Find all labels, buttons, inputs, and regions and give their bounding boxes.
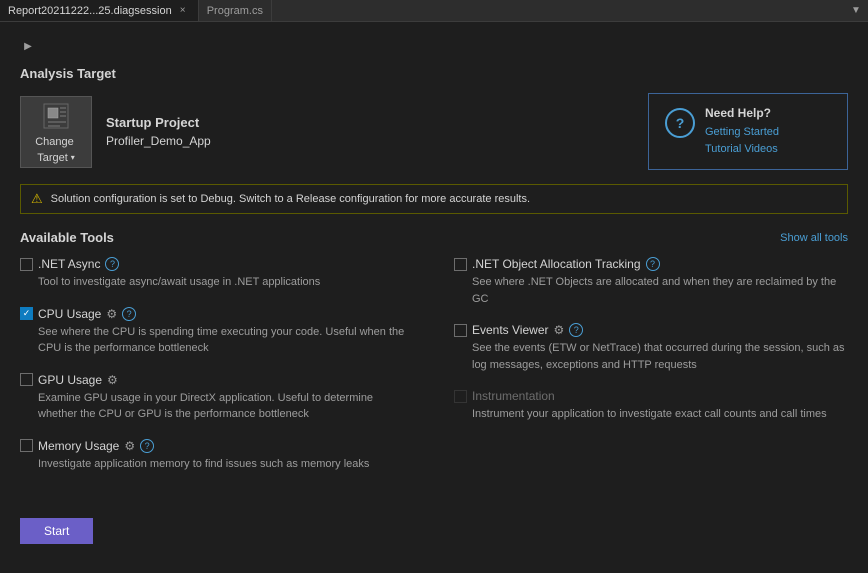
tool-memory-usage-settings-icon[interactable]: ⚙	[124, 439, 135, 453]
tool-cpu-usage-desc: See where the CPU is spending time execu…	[20, 324, 414, 357]
tool-gpu-usage-checkbox[interactable]	[20, 373, 33, 386]
analysis-target-row: Change Target ▾ Startup Project Profiler…	[20, 93, 848, 170]
tool-instrumentation-checkbox[interactable]	[454, 390, 467, 403]
tool-net-async-checkbox[interactable]	[20, 258, 33, 271]
tool-net-object-allocation-header: .NET Object Allocation Tracking ?	[454, 257, 848, 271]
tool-memory-usage-header: Memory Usage ⚙ ?	[20, 439, 414, 453]
scroll-left-arrow[interactable]: ▶	[20, 38, 36, 54]
tutorial-videos-link[interactable]: Tutorial Videos	[705, 141, 779, 158]
tool-net-object-allocation: .NET Object Allocation Tracking ? See wh…	[454, 257, 848, 307]
help-title: Need Help?	[705, 106, 779, 120]
tool-events-viewer-name: Events Viewer	[472, 323, 548, 337]
tool-gpu-usage-name: GPU Usage	[38, 373, 102, 387]
available-tools-title: Available Tools	[20, 230, 114, 245]
warning-icon: ⚠	[31, 191, 43, 207]
tool-memory-usage-name: Memory Usage	[38, 439, 119, 453]
startup-project-label: Startup Project	[106, 115, 211, 130]
tool-instrumentation-desc: Instrument your application to investiga…	[454, 406, 848, 423]
tools-grid: .NET Async ? Tool to investigate async/a…	[20, 257, 848, 488]
tool-events-viewer: Events Viewer ⚙ ? See the events (ETW or…	[454, 323, 848, 373]
tool-events-viewer-header: Events Viewer ⚙ ?	[454, 323, 848, 337]
main-content: ▶ Analysis Target	[0, 22, 868, 573]
show-all-tools-link[interactable]: Show all tools	[780, 232, 848, 244]
tool-cpu-usage: CPU Usage ⚙ ? See where the CPU is spend…	[20, 307, 414, 357]
tool-cpu-usage-name: CPU Usage	[38, 307, 101, 321]
tools-header: Available Tools Show all tools	[20, 230, 848, 245]
help-box: ? Need Help? Getting Started Tutorial Vi…	[648, 93, 848, 170]
tool-cpu-usage-checkbox[interactable]	[20, 307, 33, 320]
tool-memory-usage-desc: Investigate application memory to find i…	[20, 456, 414, 473]
startup-project-box: Change Target ▾ Startup Project Profiler…	[20, 96, 211, 168]
tool-cpu-usage-header: CPU Usage ⚙ ?	[20, 307, 414, 321]
tool-events-viewer-help-icon[interactable]: ?	[569, 323, 583, 337]
help-content: Need Help? Getting Started Tutorial Vide…	[705, 106, 779, 157]
tool-net-object-allocation-help-icon[interactable]: ?	[646, 257, 660, 271]
tool-cpu-usage-help-icon[interactable]: ?	[122, 307, 136, 321]
tool-memory-usage: Memory Usage ⚙ ? Investigate application…	[20, 439, 414, 473]
tools-column-right: .NET Object Allocation Tracking ? See wh…	[454, 257, 848, 488]
tool-instrumentation: Instrumentation Instrument your applicat…	[454, 389, 848, 423]
tab-diagsession-close[interactable]: ×	[176, 4, 190, 18]
tool-net-async-name: .NET Async	[38, 257, 100, 271]
scroll-nav: ▶	[20, 38, 848, 54]
tool-instrumentation-header: Instrumentation	[454, 389, 848, 403]
tab-diagsession-label: Report20211222...25.diagsession	[8, 5, 172, 17]
scroll-down-btn[interactable]: ▼	[848, 3, 864, 19]
tool-gpu-usage: GPU Usage ⚙ Examine GPU usage in your Di…	[20, 373, 414, 423]
tool-cpu-usage-settings-icon[interactable]: ⚙	[106, 307, 117, 321]
tool-events-viewer-settings-icon[interactable]: ⚙	[553, 323, 564, 337]
tool-gpu-usage-header: GPU Usage ⚙	[20, 373, 414, 387]
dropdown-arrow-icon: ▾	[71, 153, 75, 162]
title-bar: Report20211222...25.diagsession × Progra…	[0, 0, 868, 22]
tool-events-viewer-desc: See the events (ETW or NetTrace) that oc…	[454, 340, 848, 373]
title-bar-right: ▼	[848, 3, 868, 19]
tab-program-cs-label: Program.cs	[207, 5, 263, 17]
tools-column-left: .NET Async ? Tool to investigate async/a…	[20, 257, 414, 488]
tool-memory-usage-help-icon[interactable]: ?	[140, 439, 154, 453]
change-target-button[interactable]: Change Target ▾	[20, 96, 92, 168]
change-target-sublabel: Target ▾	[37, 152, 75, 164]
help-icon: ?	[665, 108, 695, 138]
tool-net-async: .NET Async ? Tool to investigate async/a…	[20, 257, 414, 291]
analysis-target-title: Analysis Target	[20, 66, 848, 81]
bottom-bar: Start	[20, 508, 848, 544]
getting-started-link[interactable]: Getting Started	[705, 124, 779, 141]
tool-memory-usage-checkbox[interactable]	[20, 439, 33, 452]
warning-text: Solution configuration is set to Debug. …	[51, 193, 530, 205]
project-name: Profiler_Demo_App	[106, 134, 211, 148]
tool-gpu-usage-settings-icon[interactable]: ⚙	[107, 373, 118, 387]
tool-events-viewer-checkbox[interactable]	[454, 324, 467, 337]
tab-list: Report20211222...25.diagsession × Progra…	[0, 0, 272, 21]
tool-net-async-help-icon[interactable]: ?	[105, 257, 119, 271]
tab-program-cs[interactable]: Program.cs	[199, 0, 272, 21]
tool-instrumentation-name: Instrumentation	[472, 389, 555, 403]
tool-net-object-allocation-checkbox[interactable]	[454, 258, 467, 271]
change-target-label: Change	[35, 136, 77, 148]
tool-net-async-header: .NET Async ?	[20, 257, 414, 271]
tab-diagsession[interactable]: Report20211222...25.diagsession ×	[0, 0, 199, 21]
tool-net-async-desc: Tool to investigate async/await usage in…	[20, 274, 414, 291]
tool-net-object-allocation-name: .NET Object Allocation Tracking	[472, 257, 641, 271]
warning-bar: ⚠ Solution configuration is set to Debug…	[20, 184, 848, 214]
tool-gpu-usage-desc: Examine GPU usage in your DirectX applic…	[20, 390, 414, 423]
start-button[interactable]: Start	[20, 518, 93, 544]
tool-net-object-allocation-desc: See where .NET Objects are allocated and…	[454, 274, 848, 307]
project-icon	[40, 100, 72, 132]
project-info: Startup Project Profiler_Demo_App	[106, 115, 211, 148]
